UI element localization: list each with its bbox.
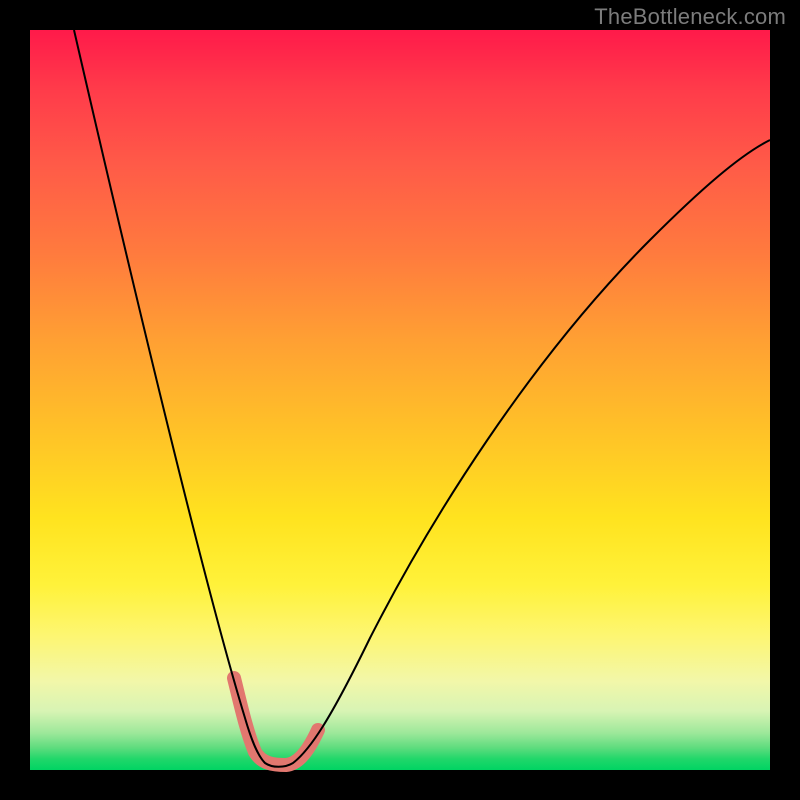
plot-area xyxy=(30,30,770,770)
watermark-text: TheBottleneck.com xyxy=(594,4,786,30)
curve-svg xyxy=(30,30,770,770)
chart-frame: TheBottleneck.com xyxy=(0,0,800,800)
main-curve xyxy=(74,30,770,767)
